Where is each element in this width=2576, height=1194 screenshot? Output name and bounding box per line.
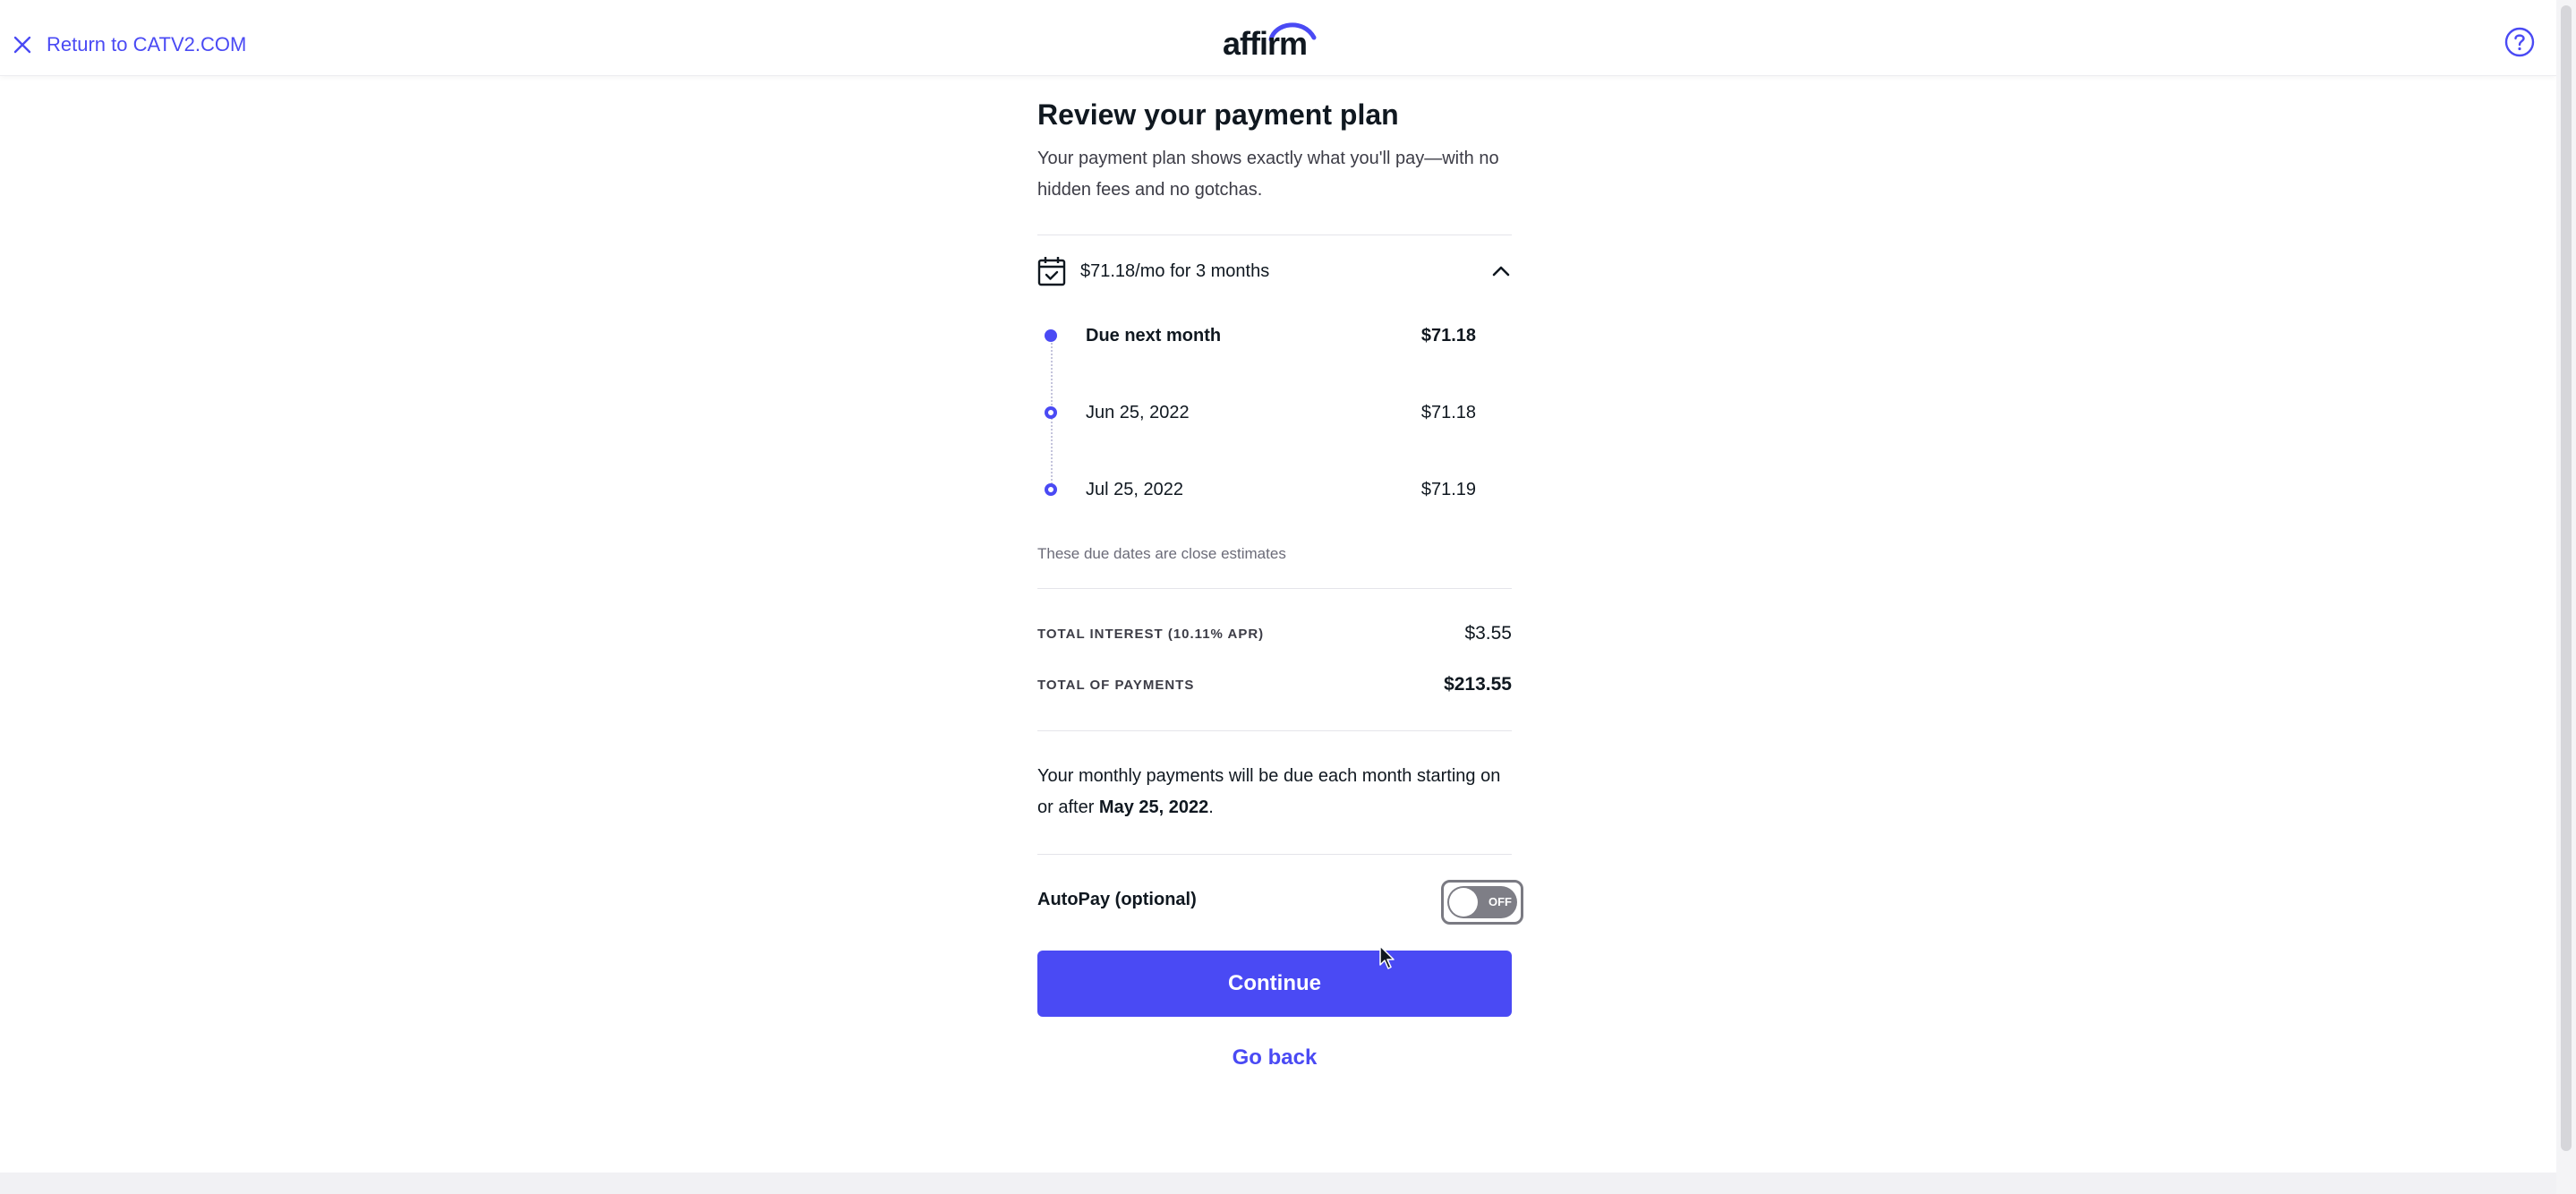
plan-summary-toggle[interactable]: $71.18/mo for 3 months [1037, 252, 1512, 290]
schedule-row: Jul 25, 2022 $71.19 [1037, 478, 1476, 505]
plan-summary-text: $71.18/mo for 3 months [1080, 260, 1270, 281]
total-payments-value: $213.55 [1444, 674, 1512, 695]
affirm-logo: affirm [1223, 16, 1321, 62]
autopay-toggle[interactable]: OFF [1441, 880, 1523, 925]
mouse-cursor-icon [1379, 945, 1395, 969]
calendar-check-icon [1037, 257, 1066, 286]
payment-start-info: Your monthly payments will be due each m… [1037, 761, 1512, 823]
go-back-link[interactable]: Go back [1037, 1045, 1512, 1070]
return-link-label: Return to CATV2.COM [47, 33, 247, 55]
page-title: Review your payment plan [1037, 98, 1399, 131]
schedule-date: Jul 25, 2022 [1086, 480, 1183, 499]
schedule-amount: $71.19 [1420, 480, 1476, 499]
total-payments-row: TOTAL OF PAYMENTS $213.55 [1037, 674, 1512, 699]
toggle-track: OFF [1447, 886, 1517, 918]
due-dates-note: These due dates are close estimates [1037, 545, 1286, 562]
logo-text: affirm [1223, 25, 1308, 62]
divider [1037, 588, 1512, 589]
scrollbar-thumb[interactable] [2561, 5, 2572, 1151]
page-subtitle: Your payment plan shows exactly what you… [1037, 149, 1499, 200]
divider [1037, 854, 1512, 855]
toggle-knob [1449, 888, 1478, 917]
bottom-strip [0, 1173, 2556, 1194]
continue-button[interactable]: Continue [1037, 951, 1512, 1017]
schedule-date: Due next month [1086, 326, 1222, 345]
schedule-row: Jun 25, 2022 $71.18 [1037, 401, 1476, 428]
close-icon [13, 36, 31, 54]
payment-start-end: . [1208, 797, 1214, 817]
total-interest-label: TOTAL INTEREST (10.11% APR) [1037, 627, 1265, 642]
return-to-merchant-link[interactable]: Return to CATV2.COM [13, 27, 246, 63]
schedule-date: Jun 25, 2022 [1086, 403, 1190, 422]
top-bar: Return to CATV2.COM affirm [0, 0, 2556, 76]
divider [1037, 730, 1512, 731]
schedule-row: Due next month $71.18 [1037, 324, 1476, 351]
total-interest-row: TOTAL INTEREST (10.11% APR) $3.55 [1037, 623, 1512, 648]
help-icon[interactable] [2503, 26, 2536, 58]
chevron-up-icon[interactable] [1490, 260, 1512, 282]
timeline-dot-current [1045, 329, 1057, 342]
schedule-amount: $71.18 [1420, 326, 1476, 345]
toggle-state-text: OFF [1488, 895, 1512, 908]
total-interest-value: $3.55 [1464, 623, 1512, 644]
total-payments-label: TOTAL OF PAYMENTS [1037, 678, 1195, 693]
timeline-dot [1045, 483, 1057, 496]
payment-start-date: May 25, 2022 [1098, 797, 1209, 817]
autopay-label: AutoPay (optional) [1037, 890, 1197, 909]
schedule-amount: $71.18 [1420, 403, 1476, 422]
timeline-dot [1045, 406, 1057, 419]
